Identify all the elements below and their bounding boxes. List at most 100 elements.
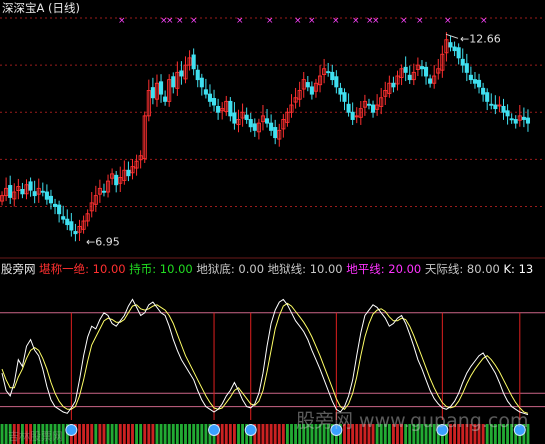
candle-body [269, 122, 274, 131]
candle-body [403, 66, 408, 73]
signal-marker: × [308, 16, 316, 26]
k-line [1, 298, 529, 416]
signal-marker: × [352, 16, 360, 26]
candle-body [407, 74, 412, 81]
signal-marker: × [400, 16, 408, 26]
candle-body [428, 78, 433, 84]
indicator-param: 地狱线: 10.00 [264, 262, 343, 276]
candle-body [501, 105, 506, 113]
candle-body [419, 66, 425, 70]
candle-body [456, 47, 461, 59]
candle-body [158, 81, 164, 95]
high-arrow [445, 33, 459, 39]
signal-marker: × [118, 16, 126, 26]
candle-body [207, 93, 213, 102]
candle-body [232, 112, 237, 124]
indicator-param: 地狱底: 0.00 [192, 262, 265, 276]
price-grid [0, 17, 545, 207]
candlestick-series [0, 32, 531, 242]
signal-marker: × [266, 16, 274, 26]
candle-body [476, 79, 482, 88]
candle-body [8, 185, 13, 198]
candle-body [101, 190, 107, 193]
candle-body [346, 103, 351, 113]
signal-marker: × [480, 16, 488, 26]
watermark-small: 吉林股票网 [8, 430, 63, 443]
signal-marker: × [166, 16, 174, 26]
candle-body [305, 82, 310, 88]
signal-marker: × [176, 16, 184, 26]
candle-body [342, 92, 347, 102]
indicator-param: 天际线: 80.00 [421, 262, 500, 276]
candle-body [32, 191, 37, 197]
buy-dot [208, 424, 221, 436]
candle-body [489, 103, 494, 106]
signal-marker: × [332, 16, 340, 26]
candle-body [513, 119, 518, 124]
candle-body [366, 103, 372, 106]
candle-body [44, 191, 49, 200]
candle-body [228, 100, 233, 117]
indicator-param: 持币: 10.00 [125, 262, 193, 276]
indicator-params: 堪称一绝: 10.00 持币: 10.00 地狱底: 0.00 地狱线: 10.… [39, 262, 533, 276]
candle-body [485, 92, 490, 102]
candle-body [370, 104, 376, 113]
high-price-label: ←12.66 [460, 32, 501, 45]
candle-body [525, 117, 531, 124]
candle-body [114, 174, 119, 186]
kd-lines [1, 298, 529, 416]
low-price-label: ←6.95 [86, 235, 120, 248]
candle-body [150, 87, 155, 99]
candle-body [195, 69, 200, 81]
candle-body [28, 181, 33, 191]
candle-body [330, 71, 335, 81]
candle-body [20, 189, 25, 195]
indicator-param: 堪称一绝: 10.00 [39, 262, 126, 276]
signal-marker: × [372, 16, 380, 26]
candle-body [264, 118, 270, 124]
chart-canvas: × ×× × × × × × × × × ×× × × × × ←12.66 ←6.95 [0, 16, 545, 444]
candle-body [273, 127, 278, 139]
candle-body [179, 70, 184, 77]
candle-body [73, 231, 78, 235]
buy-dot [244, 424, 257, 436]
indicator-param: 地平线: 20.00 [342, 262, 422, 276]
candle-body [521, 116, 526, 120]
candle-body [52, 203, 58, 207]
candle-body [57, 204, 62, 215]
signal-marker: × [416, 16, 424, 26]
candle-body [350, 111, 355, 120]
chart-title: 深深宝A (日线) [2, 1, 80, 15]
signal-marker: × [236, 16, 244, 26]
candle-body [61, 216, 66, 220]
candle-body [203, 89, 208, 95]
candle-body [338, 87, 343, 95]
candle-body [65, 218, 70, 226]
candle-body [309, 86, 314, 95]
candle-body [423, 66, 429, 77]
candle-body [468, 74, 473, 81]
candle-body [244, 114, 249, 120]
candle-body [391, 82, 396, 88]
candle-body [126, 169, 131, 177]
indicator-name: 股旁网 [1, 262, 36, 276]
candle-body [216, 105, 221, 113]
candle-body [248, 119, 253, 128]
indicator-legend: 股旁网 堪称一绝: 10.00 持币: 10.00 地狱底: 0.00 地狱线:… [1, 262, 533, 276]
signal-marker: × [294, 16, 302, 26]
candle-body [464, 63, 469, 73]
candle-body [509, 118, 514, 121]
candle-body [252, 123, 257, 131]
candle-body [326, 71, 331, 74]
candle-body [171, 76, 176, 88]
candle-body [191, 54, 196, 70]
indicator-param: K: 13 [499, 262, 534, 276]
signal-markers: × ×× × × × × × × × × ×× × × × × [118, 16, 488, 26]
candle-body [460, 58, 465, 66]
candle-body [69, 221, 74, 231]
candle-body [505, 110, 510, 117]
candle-body [40, 190, 45, 193]
candle-body [48, 195, 54, 204]
candle-body [199, 77, 204, 88]
buy-dot [65, 424, 78, 436]
